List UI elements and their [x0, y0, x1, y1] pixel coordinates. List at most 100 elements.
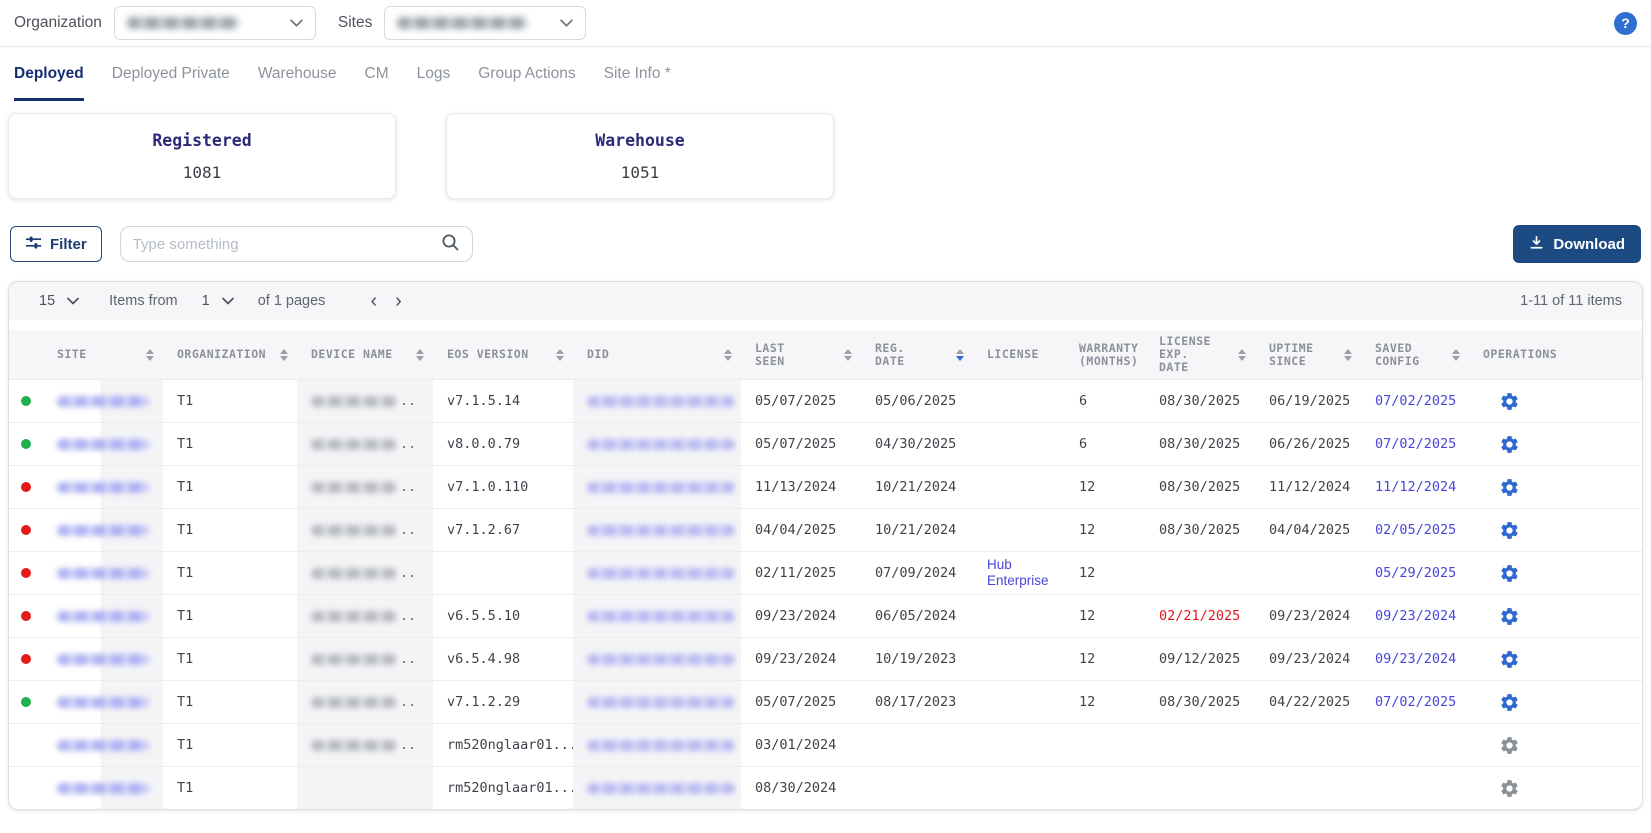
saved-config-link[interactable]: 07/02/2025	[1375, 393, 1456, 409]
did-link-redacted[interactable]	[587, 568, 735, 579]
gear-icon[interactable]	[1499, 563, 1520, 584]
license-exp-date: 08/30/2025	[1159, 479, 1240, 495]
filter-button[interactable]: Filter	[10, 226, 102, 262]
site-link-redacted[interactable]	[57, 396, 149, 407]
tab-deployed[interactable]: Deployed	[14, 47, 84, 101]
cell-license-exp: 08/30/2025	[1145, 681, 1255, 723]
prev-page-button[interactable]: ‹	[363, 291, 384, 311]
did-link-redacted[interactable]	[587, 611, 735, 622]
site-link-redacted[interactable]	[57, 525, 149, 536]
gear-icon[interactable]	[1499, 606, 1520, 627]
saved-config-link[interactable]: 02/05/2025	[1375, 522, 1456, 538]
saved-config-link[interactable]: 07/02/2025	[1375, 694, 1456, 710]
sort-arrows-icon[interactable]	[146, 349, 154, 361]
saved-config-link[interactable]: 11/12/2024	[1375, 479, 1456, 495]
did-link-redacted[interactable]	[587, 654, 735, 665]
next-page-button[interactable]: ›	[388, 291, 409, 311]
site-link-redacted[interactable]	[57, 783, 149, 794]
tab-logs[interactable]: Logs	[417, 47, 451, 101]
column-header-reg-date[interactable]: REG. DATE	[861, 335, 973, 374]
saved-config-link[interactable]: 09/23/2024	[1375, 608, 1456, 624]
column-header-did[interactable]: DID	[573, 335, 741, 374]
cell-eos-version: v8.0.0.79	[433, 423, 573, 465]
device-name-ellipsis: ..	[400, 436, 416, 452]
cell-saved-config	[1361, 767, 1469, 809]
did-link-redacted[interactable]	[587, 396, 735, 407]
site-link-redacted[interactable]	[57, 482, 149, 493]
column-header-uptime-since[interactable]: UPTIME SINCE	[1255, 335, 1361, 374]
cell-reg-date: 08/17/2023	[861, 681, 973, 723]
cell-uptime-since: 11/12/2024	[1255, 466, 1361, 508]
cell-uptime-since: 09/23/2024	[1255, 595, 1361, 637]
saved-config-link[interactable]: 09/23/2024	[1375, 651, 1456, 667]
gear-icon[interactable]	[1499, 692, 1520, 713]
cell-device-name: ..	[297, 638, 433, 680]
tab-site-info[interactable]: Site Info *	[604, 47, 671, 101]
column-header-device-name[interactable]: DEVICE NAME	[297, 335, 433, 374]
tab-group-actions[interactable]: Group Actions	[478, 47, 575, 101]
gear-icon[interactable]	[1499, 778, 1520, 799]
table-row: T1..v7.1.0.11011/13/202410/21/20241208/3…	[9, 465, 1642, 508]
help-icon[interactable]: ?	[1614, 12, 1637, 35]
did-link-redacted[interactable]	[587, 439, 735, 450]
tab-warehouse[interactable]: Warehouse	[258, 47, 337, 101]
sort-arrows-icon[interactable]	[416, 349, 424, 361]
cell-saved-config: 09/23/2024	[1361, 638, 1469, 680]
site-link-redacted[interactable]	[57, 654, 149, 665]
warehouse-card-value: 1051	[447, 163, 833, 182]
gear-icon[interactable]	[1499, 434, 1520, 455]
column-header-license-exp[interactable]: LICENSE EXP. DATE	[1145, 335, 1255, 374]
status-dot-green	[21, 439, 31, 449]
search-icon[interactable]	[440, 232, 460, 257]
sort-arrows-icon[interactable]	[844, 349, 852, 361]
site-link-redacted[interactable]	[57, 740, 149, 751]
cell-saved-config: 07/02/2025	[1361, 380, 1469, 422]
search-input[interactable]	[133, 236, 440, 253]
cell-did	[573, 552, 741, 594]
sites-select[interactable]	[384, 6, 586, 40]
column-header-site[interactable]: SITE	[43, 335, 163, 374]
site-link-redacted[interactable]	[57, 439, 149, 450]
gear-icon[interactable]	[1499, 735, 1520, 756]
did-link-redacted[interactable]	[587, 697, 735, 708]
column-header-saved-config[interactable]: SAVED CONFIG	[1361, 335, 1469, 374]
gear-icon[interactable]	[1499, 477, 1520, 498]
sort-arrows-icon[interactable]	[556, 349, 564, 361]
page-size-select[interactable]: 15	[39, 293, 79, 309]
gear-icon[interactable]	[1499, 520, 1520, 541]
status-dot-red	[21, 611, 31, 621]
did-link-redacted[interactable]	[587, 525, 735, 536]
sort-arrows-icon[interactable]	[1238, 349, 1246, 361]
did-link-redacted[interactable]	[587, 740, 735, 751]
cell-status	[9, 767, 43, 809]
cell-warranty: 12	[1065, 552, 1145, 594]
gear-icon[interactable]	[1499, 391, 1520, 412]
did-link-redacted[interactable]	[587, 482, 735, 493]
page-select[interactable]: 1	[202, 293, 234, 309]
site-link-redacted[interactable]	[57, 568, 149, 579]
gear-icon[interactable]	[1499, 649, 1520, 670]
tab-cm[interactable]: CM	[365, 47, 389, 101]
download-button[interactable]: Download	[1513, 225, 1641, 263]
sort-arrows-icon[interactable]	[1344, 349, 1352, 361]
sort-arrows-icon[interactable]	[724, 349, 732, 361]
sort-arrows-icon[interactable]	[1452, 349, 1460, 361]
column-header-organization[interactable]: ORGANIZATION	[163, 335, 297, 374]
sort-arrows-icon[interactable]	[280, 349, 288, 361]
registered-card-value: 1081	[9, 163, 395, 182]
cell-operations	[1469, 509, 1642, 551]
tab-deployed-private[interactable]: Deployed Private	[112, 47, 230, 101]
organization-label: Organization	[14, 14, 102, 32]
saved-config-link[interactable]: 05/29/2025	[1375, 565, 1456, 581]
license-link[interactable]: Hub Enterprise	[987, 557, 1065, 589]
column-header-eos-version[interactable]: EOS VERSION	[433, 335, 573, 374]
device-name-ellipsis: ..	[400, 479, 416, 495]
cell-operations	[1469, 423, 1642, 465]
did-link-redacted[interactable]	[587, 783, 735, 794]
sort-arrows-icon[interactable]	[956, 349, 964, 361]
saved-config-link[interactable]: 07/02/2025	[1375, 436, 1456, 452]
column-header-last-seen[interactable]: LAST SEEN	[741, 335, 861, 374]
organization-select[interactable]	[114, 6, 316, 40]
site-link-redacted[interactable]	[57, 697, 149, 708]
site-link-redacted[interactable]	[57, 611, 149, 622]
